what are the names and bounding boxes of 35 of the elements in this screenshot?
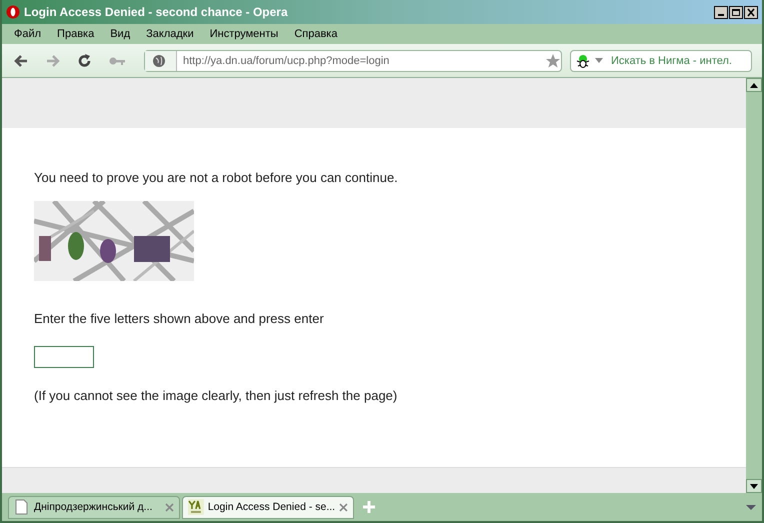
menu-item[interactable]: Правка xyxy=(57,28,94,40)
tab[interactable]: Login Access Denied - se... xyxy=(182,496,354,518)
address-field[interactable]: http://ya.dn.ua/forum/ucp.php?mode=login xyxy=(144,50,562,72)
close-icon[interactable] xyxy=(339,502,348,512)
down-arrow-icon xyxy=(750,484,758,488)
captcha-field[interactable] xyxy=(34,346,94,368)
globe-icon[interactable] xyxy=(152,54,166,68)
minimize-icon xyxy=(718,14,724,16)
page-icon xyxy=(14,499,30,515)
menu-item[interactable]: Закладки xyxy=(146,28,194,40)
dropdown-caret-icon[interactable] xyxy=(595,58,603,63)
search-box[interactable]: Искать в Нигма - интел. xyxy=(570,50,752,72)
tab-label: Дніпродзержинський д... xyxy=(34,501,154,513)
menu-item[interactable]: Вид xyxy=(110,28,130,40)
menu-item[interactable]: Справка xyxy=(294,28,338,40)
tab-label: Login Access Denied - se... xyxy=(208,501,336,513)
note-text: (If you cannot see the image clearly, then just refresh the page) xyxy=(34,388,398,403)
menu-item[interactable]: Файл xyxy=(14,28,42,40)
star-icon[interactable] xyxy=(545,52,561,68)
tab-menu-icon[interactable] xyxy=(746,504,756,510)
maximize-button[interactable] xyxy=(729,6,743,18)
close-icon xyxy=(745,6,757,18)
instruction-text: Enter the five letters shown above and press enter xyxy=(34,311,324,326)
opera-logo-icon xyxy=(6,5,20,19)
window-title: Login Access Denied - second chance - Opera xyxy=(24,5,289,19)
menu-item[interactable]: Инструменты xyxy=(210,28,278,40)
up-arrow-icon xyxy=(750,82,758,88)
minimize-button[interactable] xyxy=(714,6,728,18)
site-logo-icon xyxy=(188,499,204,515)
scroll-up-button[interactable] xyxy=(746,78,762,92)
scroll-down-button[interactable] xyxy=(746,479,762,493)
bug-icon[interactable] xyxy=(575,52,591,68)
close-button[interactable] xyxy=(744,6,758,18)
tab[interactable]: Дніпродзержинський д... xyxy=(8,496,180,518)
intro-text: You need to prove you are not a robot before you can continue. xyxy=(34,170,398,185)
